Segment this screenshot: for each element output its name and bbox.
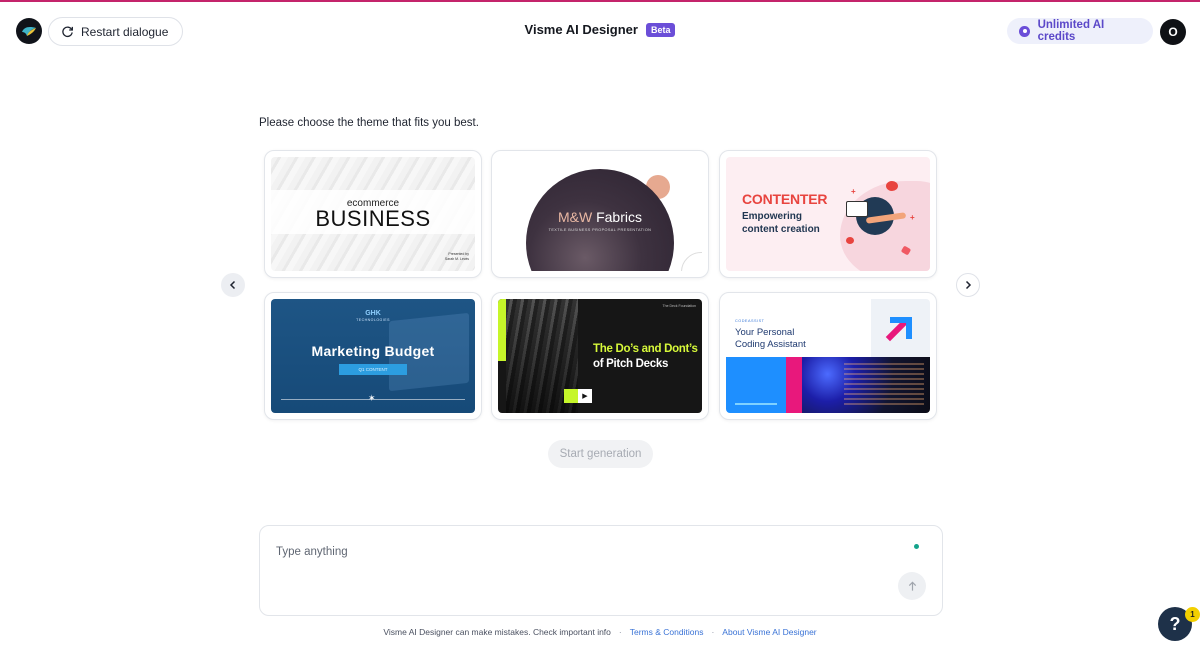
decor-heart [886, 181, 898, 191]
credits-label: Unlimited AI credits [1037, 19, 1105, 43]
theme-thumbnail: GHK TECHNOLOGIES Marketing Budget Q1 CON… [271, 299, 475, 413]
theme-card-fabrics[interactable]: M&W Fabrics TEXTILE BUSINESS PROPOSAL PR… [491, 150, 709, 278]
presenter-name: Sarah M. Lewis [444, 257, 469, 261]
restart-dialogue-button[interactable]: Restart dialogue [48, 17, 184, 46]
thumb-tag: The Deck Foundation [662, 304, 696, 308]
theme-prompt: Please choose the theme that fits you be… [259, 117, 479, 129]
thumb-title: The Do’s and Dont’s [593, 343, 698, 355]
beta-badge: Beta [645, 22, 676, 37]
thumb-subtitle: TEXTILE BUSINESS PROPOSAL PRESENTATION [548, 228, 652, 232]
theme-thumbnail: CONTENTER Empowering content creation + … [726, 157, 930, 271]
play-icon: ▶ [578, 389, 592, 403]
restart-dialogue-label: Restart dialogue [81, 24, 169, 39]
arrow-logo-icon [885, 317, 912, 342]
thumb-title-line2: Coding Assistant [735, 338, 806, 350]
arrow-logo-box [871, 299, 930, 357]
visme-logo[interactable] [16, 18, 42, 44]
chevron-left-icon [229, 280, 236, 290]
thumb-title: Marketing Budget [311, 343, 435, 359]
tablet-illustration [846, 201, 868, 217]
thumb-label: CODEASSIST [735, 319, 765, 323]
theme-thumbnail: M&W Fabrics TEXTILE BUSINESS PROPOSAL PR… [498, 157, 702, 271]
top-accent-line [0, 0, 1200, 2]
ai-credits-button[interactable]: Unlimited AI credits [1007, 18, 1153, 44]
thumb-title: BUSINESS [315, 206, 431, 231]
decor-dot [846, 237, 854, 244]
terms-link[interactable]: Terms & Conditions [630, 627, 704, 637]
user-avatar[interactable]: O [1160, 19, 1186, 45]
thumb-brand-sub: TECHNOLOGIES [356, 318, 390, 322]
thumb-presenter: Presented by Sarah M. Lewis [445, 252, 469, 262]
star-icon: ✶ [368, 393, 376, 403]
accent-bar [498, 299, 506, 361]
credits-icon [1019, 25, 1030, 37]
theme-thumbnail: CODEASSIST Your Personal Coding Assistan… [726, 299, 930, 413]
theme-card-ecommerce[interactable]: ecommerce BUSINESS Presented by Sarah M.… [264, 150, 482, 278]
chevron-right-icon [965, 280, 972, 290]
footer-separator: · [618, 627, 622, 637]
theme-thumbnail: ▶ The Deck Foundation The Do’s and Dont’… [498, 299, 702, 413]
thumb-title-line1: Your Personal [735, 327, 795, 338]
thumb-subtitle-line2: content creation [742, 224, 820, 235]
status-dot [914, 544, 919, 549]
footer-separator: · [711, 627, 715, 637]
thumb-title: M&W Fabrics [526, 209, 674, 225]
thumb-divider [735, 403, 777, 405]
theme-card-marketing-budget[interactable]: GHK TECHNOLOGIES Marketing Budget Q1 CON… [264, 292, 482, 420]
footer-disclaimer: Visme AI Designer can make mistakes. Che… [383, 627, 611, 637]
thumb-brand: GHK [365, 310, 381, 317]
plus-icon: + [910, 213, 915, 222]
visme-logo-icon [22, 27, 36, 36]
footer: Visme AI Designer can make mistakes. Che… [0, 627, 1200, 637]
thumb-title-rest: Fabrics [592, 209, 642, 225]
help-notification-badge: 1 [1185, 607, 1200, 622]
thumb-subtitle: of Pitch Decks [593, 358, 669, 370]
send-button[interactable] [898, 572, 926, 600]
accent-square [564, 389, 578, 403]
theme-card-coding-assistant[interactable]: CODEASSIST Your Personal Coding Assistan… [719, 292, 937, 420]
decor-ring [681, 252, 702, 271]
code-lines [844, 363, 924, 407]
thumb-pill: Q1 CONTENT [339, 364, 407, 375]
magenta-block [786, 357, 802, 413]
thumb-title: Your Personal Coding Assistant [735, 327, 806, 350]
thumb-title: CONTENTER [742, 191, 828, 207]
arrow-up-icon [908, 581, 916, 591]
carousel-prev-button[interactable] [221, 273, 245, 297]
chat-input[interactable] [276, 544, 836, 560]
start-generation-button[interactable]: Start generation [548, 440, 653, 468]
thumb-title-brand: M&W [557, 209, 593, 225]
thumb-subtitle: Empowering content creation [742, 210, 820, 236]
refresh-icon [62, 26, 73, 38]
theme-card-contenter[interactable]: CONTENTER Empowering content creation + … [719, 150, 937, 278]
plus-icon: + [851, 187, 856, 196]
about-link[interactable]: About Visme AI Designer [722, 627, 816, 637]
app-name: Visme AI Designer [524, 22, 638, 37]
theme-thumbnail: ecommerce BUSINESS Presented by Sarah M.… [271, 157, 475, 271]
theme-card-pitch-decks[interactable]: ▶ The Deck Foundation The Do’s and Dont’… [491, 292, 709, 420]
carousel-next-button[interactable] [956, 273, 980, 297]
chat-input-box [259, 525, 943, 616]
thumb-subtitle-line1: Empowering [742, 211, 803, 222]
